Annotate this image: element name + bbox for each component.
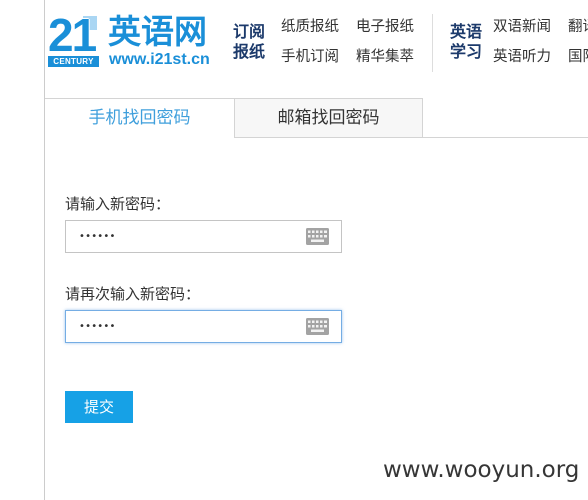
new-password-label: 请输入新密码： [65,195,171,213]
logo-mark: 21 CENTURY [48,9,99,68]
watermark: www.wooyun.org [383,457,580,483]
keyboard-icon[interactable] [306,228,329,245]
nav-link-e-paper[interactable]: 电子报纸 [356,19,414,36]
tab-phone-recovery[interactable]: 手机找回密码 [45,98,234,138]
logo-site-name: 英语网 [108,12,207,51]
nav-link-bilingual-news[interactable]: 双语新闻 [493,19,551,36]
new-password-input[interactable] [65,220,342,253]
nav-link-paper-edition[interactable]: 纸质报纸 [281,19,339,36]
logo-number: 21 [48,9,97,61]
nav-title-line: 学习 [450,42,483,61]
page-left-border [44,0,45,500]
logo-century: CENTURY [48,56,99,67]
submit-button[interactable]: 提交 [65,391,133,423]
tab-email-recovery[interactable]: 邮箱找回密码 [234,98,423,137]
confirm-password-label: 请再次输入新密码： [65,285,201,303]
tab-bar-divider [234,137,588,138]
site-logo[interactable]: 21 CENTURY 英语网 www.i21st.cn [48,12,213,70]
nav-title-line: 报纸 [233,42,266,61]
confirm-password-field [65,310,342,343]
nav-link-listening[interactable]: 英语听力 [493,49,551,66]
nav-title-line: 英语 [450,22,483,41]
tab-label: 手机找回密码 [88,108,191,128]
nav-link-translation[interactable]: 翻译 [568,19,588,36]
new-password-field [65,220,342,253]
confirm-password-input[interactable] [65,310,342,343]
nav-link-highlights[interactable]: 精华集萃 [356,49,414,66]
tab-label: 邮箱找回密码 [277,108,380,128]
nav-divider [432,14,433,72]
nav-link-international[interactable]: 国际 [568,49,588,66]
keyboard-icon[interactable] [306,318,329,335]
nav-title-line: 订阅 [233,22,266,41]
logo-site-url: www.i21st.cn [109,51,210,68]
nav-link-mobile-subscribe[interactable]: 手机订阅 [281,49,339,66]
password-reset-page: 21 CENTURY 英语网 www.i21st.cn 订阅 报纸 纸质报纸 电… [0,0,588,500]
nav-title-learning: 英语 学习 [450,22,482,62]
nav-title-subscribe: 订阅 报纸 [233,22,265,62]
